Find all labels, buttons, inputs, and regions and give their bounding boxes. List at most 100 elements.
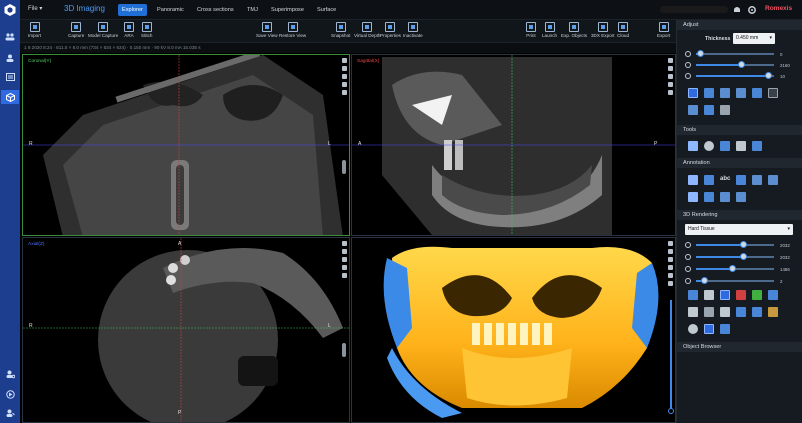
3dx-export-button[interactable]: 3DX Export <box>591 22 615 38</box>
tooth-tool-icon[interactable] <box>736 141 746 151</box>
pan-icon[interactable] <box>341 90 347 95</box>
ara-button[interactable]: ARA <box>124 22 134 38</box>
nerve-tool-icon[interactable] <box>720 141 730 151</box>
tab-explorer[interactable]: Explorer <box>118 4 147 16</box>
thickness-select[interactable]: 0.450 mm ▾ <box>733 33 775 44</box>
render-skull-icon[interactable] <box>752 307 762 317</box>
render-image-icon[interactable] <box>688 290 698 300</box>
opacity-track[interactable] <box>696 241 774 248</box>
window-level-icon[interactable] <box>736 88 746 98</box>
coronal-slice-slider[interactable] <box>342 160 346 174</box>
contrast-knob[interactable] <box>764 72 772 79</box>
angle-icon[interactable] <box>704 175 714 185</box>
light-icon[interactable] <box>667 281 673 286</box>
coronal-view-tools[interactable] <box>339 55 349 95</box>
inactivate-button[interactable]: Inactivate <box>403 22 423 38</box>
axial-view-tools[interactable] <box>339 238 349 278</box>
pan-icon[interactable] <box>341 273 347 278</box>
brightness-knob[interactable] <box>738 61 746 68</box>
user-settings-icon[interactable] <box>3 367 17 381</box>
render-brightness-track[interactable] <box>696 253 774 260</box>
render-green-icon[interactable] <box>752 290 762 300</box>
tab-tmj[interactable]: TMJ <box>243 4 262 16</box>
measure-icon[interactable] <box>667 74 673 79</box>
threshold-slider[interactable]: 1486 <box>685 265 797 273</box>
wrench-icon[interactable] <box>720 105 730 115</box>
adjust-section-header[interactable]: Adjust <box>677 20 802 30</box>
logout-icon[interactable] <box>3 387 17 401</box>
render-contrast-slider[interactable]: 2 <box>685 277 797 285</box>
maximize-icon[interactable] <box>341 58 347 63</box>
grid-icon[interactable] <box>688 105 698 115</box>
density-icon[interactable] <box>736 192 746 202</box>
restore-view-button[interactable]: Restore View <box>279 22 306 38</box>
sagittal-viewport[interactable]: Sagittal(X) A P <box>351 54 676 236</box>
tab-surface[interactable]: Surface <box>313 4 340 16</box>
render-rotate-icon[interactable] <box>720 324 730 334</box>
render-box-icon[interactable] <box>736 307 746 317</box>
threshold-track[interactable] <box>696 265 774 272</box>
tools-section-header[interactable]: Tools <box>677 125 802 135</box>
launch-button[interactable]: Launch <box>542 22 557 38</box>
maximize-icon[interactable] <box>341 241 347 246</box>
zoom-tool-icon[interactable] <box>688 88 698 98</box>
camera-icon[interactable] <box>341 265 347 270</box>
camera-icon[interactable] <box>341 82 347 87</box>
warning-icon[interactable] <box>341 66 347 71</box>
virtual-depth-button[interactable]: Virtual Depth <box>354 22 380 38</box>
pan-icon[interactable] <box>667 90 673 95</box>
tab-cross-sections[interactable]: Cross sections <box>193 4 238 16</box>
render-face-icon[interactable] <box>704 324 714 334</box>
print-button[interactable]: Print <box>526 22 536 38</box>
warning-icon[interactable] <box>667 66 673 71</box>
pan-tool-icon[interactable] <box>720 88 730 98</box>
export-button[interactable]: Export <box>657 22 670 38</box>
annotation-section-header[interactable]: Annotation <box>677 158 802 168</box>
3d-rendering-section-header[interactable]: 3D Rendering <box>677 210 802 220</box>
fit-view-icon[interactable] <box>704 88 714 98</box>
object-browser-section-header[interactable]: Object Browser <box>677 342 802 352</box>
capture-button[interactable]: Capture <box>68 22 84 38</box>
render-light-icon[interactable] <box>704 290 714 300</box>
model-capture-button[interactable]: Model Capture <box>88 22 118 38</box>
maximize-icon[interactable] <box>667 58 673 63</box>
properties-button[interactable]: Properties <box>380 22 401 38</box>
3d-imaging-icon[interactable] <box>1 90 19 104</box>
area-icon[interactable] <box>720 192 730 202</box>
opacity-slider[interactable]: 2032 <box>685 241 797 249</box>
snapshot-button[interactable]: Snapshot <box>331 22 350 38</box>
render-clip-icon[interactable] <box>704 307 714 317</box>
gamma-track[interactable] <box>696 50 774 57</box>
arrow-icon[interactable] <box>768 175 778 185</box>
line-icon[interactable] <box>752 175 762 185</box>
brightness-slider[interactable]: 2160 <box>685 61 797 69</box>
measure-icon[interactable] <box>341 74 347 79</box>
warning-icon[interactable] <box>341 249 347 254</box>
camera-icon[interactable] <box>667 265 673 270</box>
render-contrast-track[interactable] <box>696 277 774 284</box>
render-preset-select[interactable]: Hard Tissue ▾ <box>685 224 793 235</box>
implant-tool-icon[interactable] <box>752 141 762 151</box>
pen-icon[interactable] <box>704 192 714 202</box>
contrast-track[interactable] <box>696 72 774 79</box>
opacity-knob[interactable] <box>739 241 747 248</box>
import-button[interactable]: Import <box>28 22 41 38</box>
tab-superimpose[interactable]: Superimpose <box>267 4 308 16</box>
render-brightness-slider[interactable]: 2032 <box>685 253 797 261</box>
file-menu[interactable]: File ▾ <box>28 5 42 12</box>
brightness-track[interactable] <box>696 61 774 68</box>
measure-icon[interactable] <box>667 257 673 262</box>
axial-viewport[interactable]: Axial(Z) A P R L <box>22 237 350 423</box>
contrast-slider[interactable]: 10 <box>685 72 797 80</box>
help-icon[interactable] <box>3 406 17 420</box>
reset-icon[interactable] <box>768 88 778 98</box>
head-tool-icon[interactable] <box>704 141 714 151</box>
render-contrast-knob[interactable] <box>700 277 708 284</box>
render-sphere-icon[interactable] <box>688 324 698 334</box>
render-diamond-icon[interactable] <box>768 290 778 300</box>
render-wl-icon[interactable] <box>720 290 730 300</box>
render-brightness-knob[interactable] <box>739 253 747 260</box>
render-cube-icon[interactable] <box>720 307 730 317</box>
gamma-slider[interactable]: 0 <box>685 50 797 58</box>
camera-icon[interactable] <box>667 82 673 87</box>
